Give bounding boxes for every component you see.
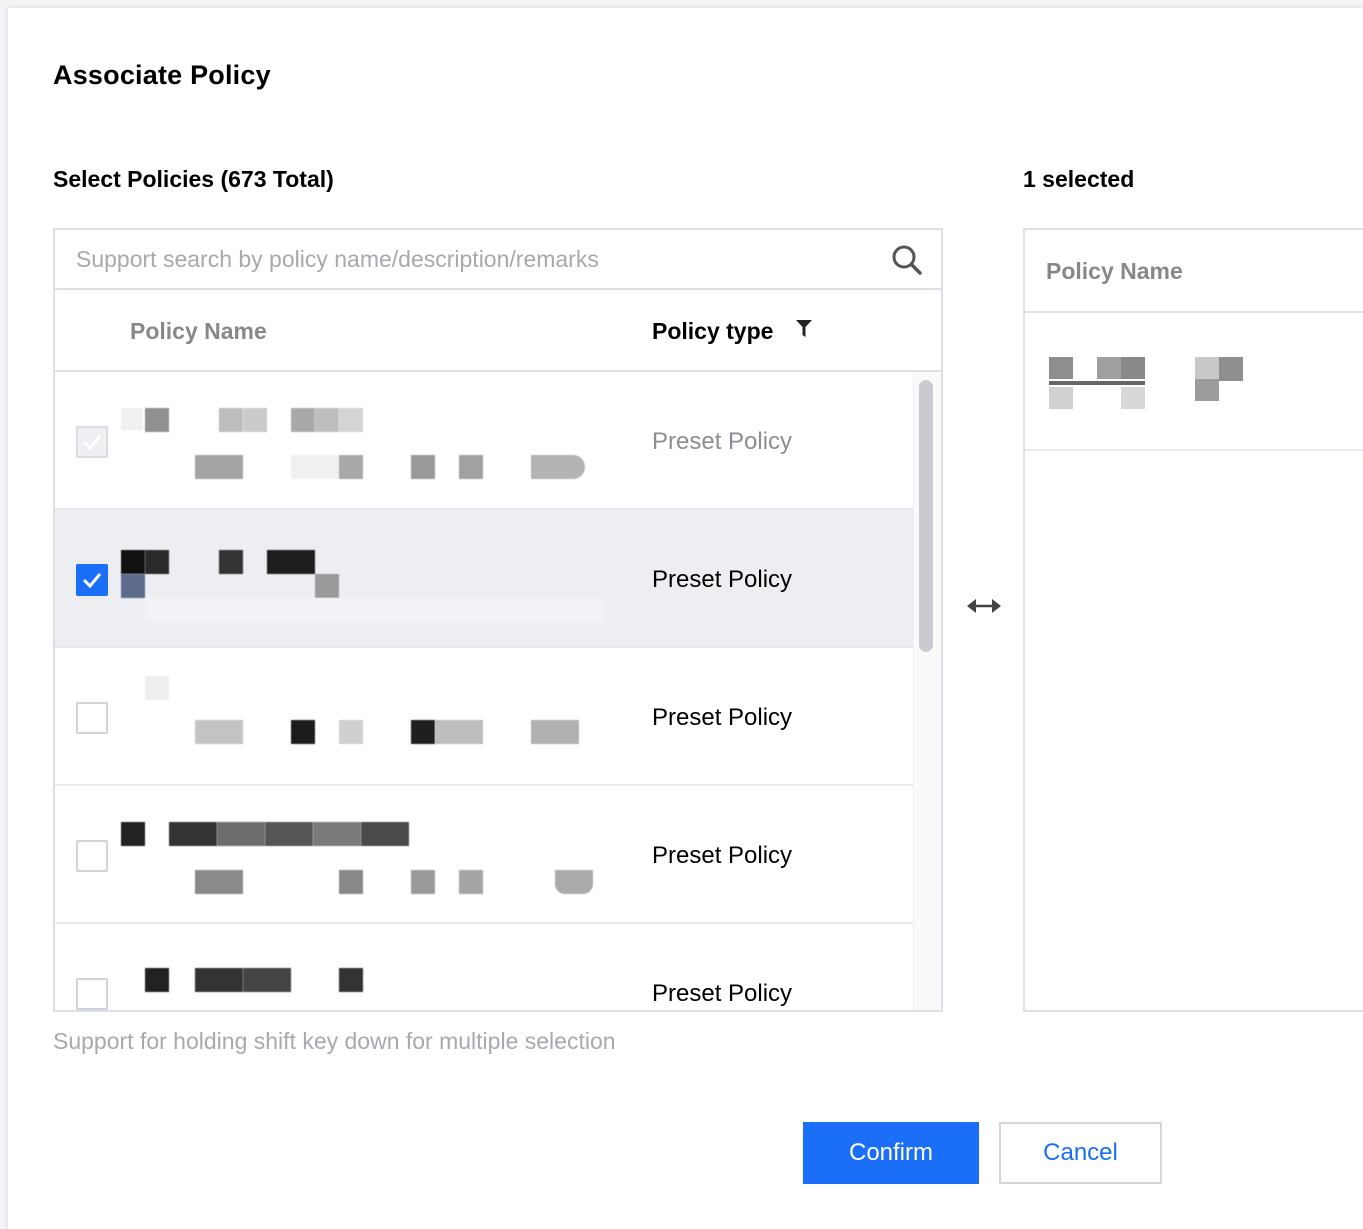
redacted-policy-name xyxy=(1049,357,1349,411)
redacted-policy-name xyxy=(121,400,621,484)
table-header: Policy Name Policy type xyxy=(55,290,941,372)
select-policies-heading: Select Policies (673 Total) xyxy=(53,166,334,192)
policy-type: Preset Policy xyxy=(652,842,793,869)
column-policy-name: Policy Name xyxy=(130,318,267,344)
redacted-policy-name xyxy=(121,952,621,1010)
row-checkbox[interactable] xyxy=(76,564,108,596)
policy-type: Preset Policy xyxy=(652,428,793,455)
filter-icon[interactable] xyxy=(795,318,813,340)
redacted-policy-name xyxy=(121,814,621,898)
dialog-title: Associate Policy xyxy=(53,60,271,90)
policy-type: Preset Policy xyxy=(652,704,793,731)
table-row[interactable]: Preset Policy xyxy=(55,648,913,786)
table-row[interactable]: Preset Policy xyxy=(55,924,913,1010)
policy-type: Preset Policy xyxy=(652,980,793,1007)
table-row[interactable]: Preset Policy xyxy=(55,372,913,510)
check-icon xyxy=(82,573,102,589)
policy-list-panel: Policy Name Policy type xyxy=(53,228,943,1012)
table-row[interactable]: Preset Policy xyxy=(55,510,913,648)
redacted-policy-name xyxy=(121,538,621,622)
search-icon[interactable] xyxy=(891,244,923,276)
associate-policy-dialog: Associate Policy Select Policies (673 To… xyxy=(8,8,1363,1229)
selected-table-header: Policy Name xyxy=(1025,230,1363,313)
column-policy-type: Policy type xyxy=(652,318,774,344)
cancel-button[interactable]: Cancel xyxy=(999,1122,1162,1184)
row-checkbox[interactable] xyxy=(76,702,108,734)
selected-policies-panel: Policy Name xyxy=(1023,228,1363,1012)
multi-select-hint: Support for holding shift key down for m… xyxy=(53,1028,616,1054)
selected-row[interactable] xyxy=(1025,313,1363,451)
selected-count-heading: 1 selected xyxy=(1023,166,1135,192)
check-icon xyxy=(82,435,102,451)
redacted-policy-name xyxy=(121,676,621,760)
table-row[interactable]: Preset Policy xyxy=(55,786,913,924)
column-policy-name: Policy Name xyxy=(1046,258,1183,284)
policy-type: Preset Policy xyxy=(652,566,793,593)
row-checkbox[interactable] xyxy=(76,978,108,1010)
search-bar xyxy=(55,230,941,290)
row-checkbox[interactable] xyxy=(76,840,108,872)
confirm-button[interactable]: Confirm xyxy=(803,1122,979,1184)
policy-rows: Preset Policy Preset Policy Preset Polic… xyxy=(55,372,913,1010)
swap-arrows-icon xyxy=(967,599,1001,613)
search-input[interactable] xyxy=(55,231,875,287)
row-checkbox xyxy=(76,426,108,458)
scrollbar-thumb[interactable] xyxy=(919,380,933,652)
